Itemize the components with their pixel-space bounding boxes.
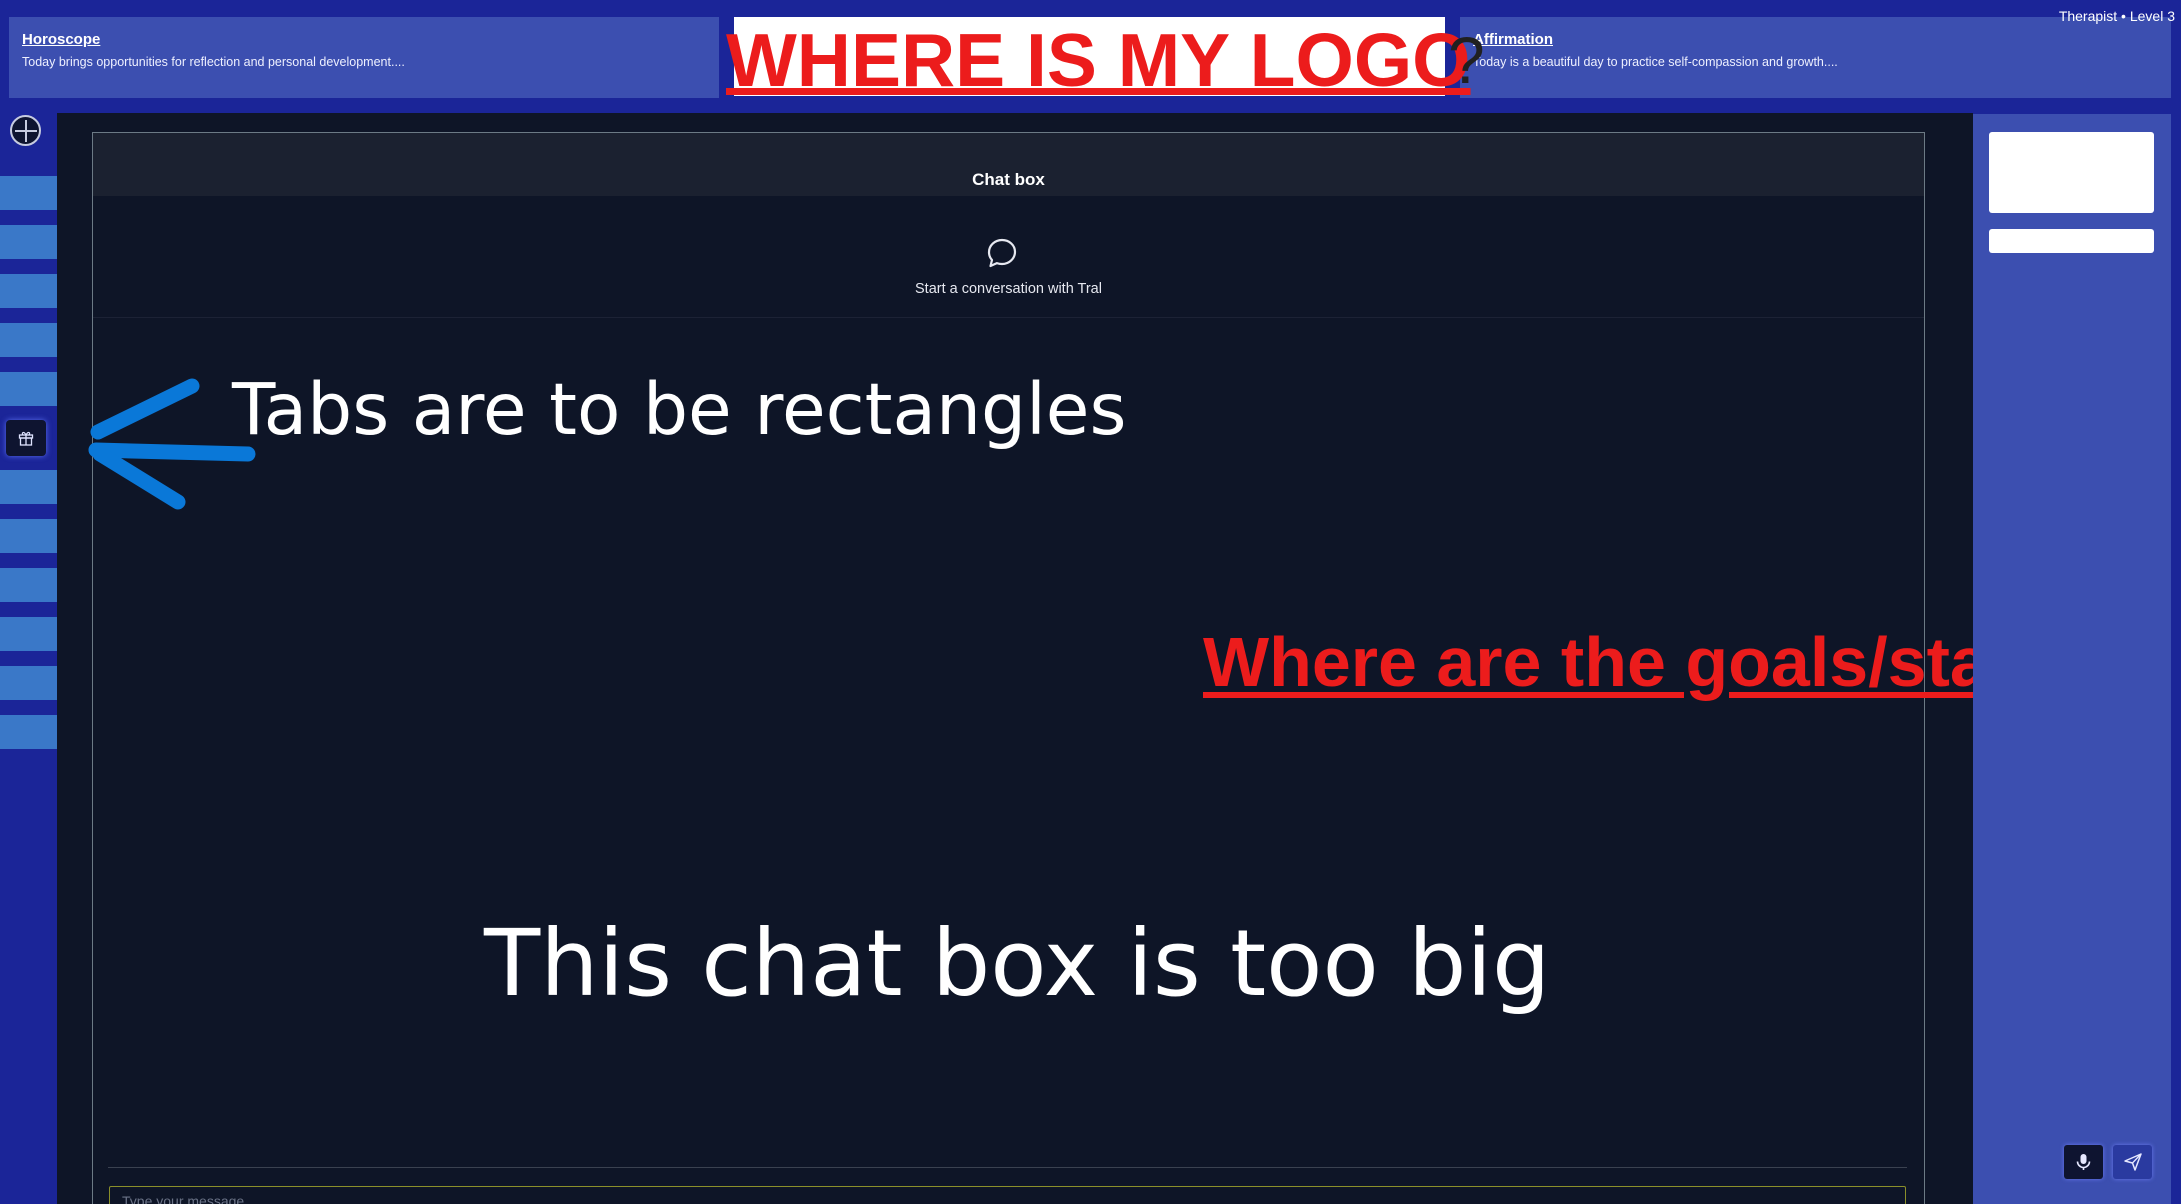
chat-header: Chat box [93, 133, 1924, 196]
chat-empty-state [93, 196, 1924, 318]
horoscope-text: Today brings opportunities for reflectio… [22, 55, 405, 69]
left-nav [0, 98, 57, 1204]
chat-size-annotation: This chat box is too big [484, 910, 1551, 1017]
gift-icon [18, 431, 34, 446]
user-level-label: Therapist • Level 3 [2058, 8, 2175, 24]
mic-icon [2076, 1154, 2091, 1170]
chat-empty-text: Start a conversation with Tral [915, 281, 1102, 297]
logo-annotation-question: ? [1448, 23, 1485, 97]
compass-icon[interactable] [10, 115, 41, 146]
chat-title: Chat box [972, 170, 1045, 189]
chat-bubble-icon [986, 237, 1018, 274]
nav-tab-gift[interactable] [6, 420, 46, 456]
horoscope-title[interactable]: Horoscope [22, 31, 706, 48]
goals-annotation: Where are the goals/stats? [1203, 623, 2094, 701]
mic-button[interactable] [2064, 1145, 2103, 1179]
input-divider [108, 1167, 1907, 1168]
affirmation-card[interactable]: Affirmation Today is a beautiful day to … [1460, 17, 2171, 98]
send-button[interactable] [2113, 1145, 2152, 1179]
right-panel-bar [1989, 229, 2154, 253]
send-icon [2124, 1153, 2142, 1171]
logo-annotation: WHERE IS MY LOGO [726, 18, 1471, 102]
affirmation-title[interactable]: Affirmation [1473, 31, 2158, 48]
app-root: Horoscope Today brings opportunities for… [0, 0, 2181, 1204]
affirmation-text: Today is a beautiful day to practice sel… [1473, 55, 1838, 69]
tabs-annotation: Tabs are to be rectangles [232, 368, 1127, 451]
message-input[interactable] [109, 1186, 1906, 1204]
right-panel [1973, 114, 2171, 1204]
right-panel-card [1989, 132, 2154, 213]
horoscope-card[interactable]: Horoscope Today brings opportunities for… [9, 17, 719, 98]
